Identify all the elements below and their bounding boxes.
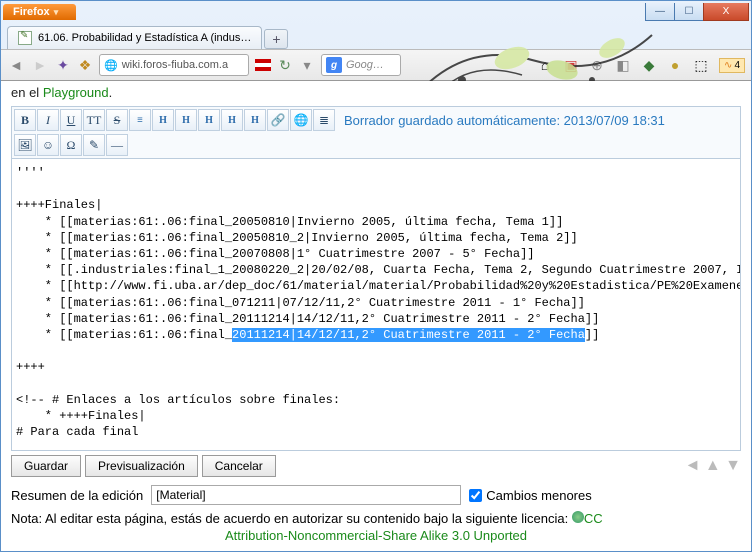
h1-button[interactable]: H (152, 109, 174, 131)
addon-icon[interactable]: ✦ (55, 57, 71, 73)
hr-button[interactable]: ― (106, 134, 128, 156)
wiki-textarea[interactable]: '''' ++++Finales| * [[materias:61:.06:fi… (11, 159, 741, 451)
strike-button[interactable]: S (106, 109, 128, 131)
flag-icon[interactable] (255, 59, 271, 71)
url-text: wiki.foros-fiuba.com.a (122, 59, 228, 71)
extension-icon-5[interactable]: ● (667, 57, 683, 73)
h2-button[interactable]: H (175, 109, 197, 131)
search-placeholder: Goog… (346, 59, 384, 71)
external-link-button[interactable]: 🌐 (290, 109, 312, 131)
home-button[interactable]: ⌂ (537, 57, 553, 73)
scroll-arrows[interactable]: ◄ ▲ ▼ (685, 457, 741, 475)
license-link[interactable]: CC (584, 511, 603, 526)
tab-favicon (18, 31, 32, 45)
nav-back-button[interactable]: ◄ (7, 56, 25, 74)
nav-forward-button[interactable]: ► (31, 56, 49, 74)
bold-button[interactable]: B (14, 109, 36, 131)
minor-edit-input[interactable] (469, 489, 482, 502)
save-button[interactable]: Guardar (11, 455, 81, 477)
wiki-edit-toolbar: B I U TT S ≡ H H H H H 🔗 🌐 ≣ Borrador gu… (11, 106, 741, 159)
globe-icon: 🌐 (104, 59, 118, 72)
cancel-button[interactable]: Cancelar (202, 455, 276, 477)
signature-button[interactable]: ✎ (83, 134, 105, 156)
ordered-list-button[interactable]: ≣ (313, 109, 335, 131)
url-bar[interactable]: 🌐 wiki.foros-fiuba.com.a (99, 54, 249, 76)
extension-icon-6[interactable]: ⬚ (693, 57, 709, 73)
minor-edit-checkbox[interactable]: Cambios menores (469, 488, 592, 503)
underline-button[interactable]: U (60, 109, 82, 131)
search-bar[interactable]: g Goog… (321, 54, 401, 76)
feed-button[interactable]: ∿4 (719, 58, 745, 73)
extension-icon-2[interactable]: ⊕ (589, 57, 605, 73)
chars-button[interactable]: Ω (60, 134, 82, 156)
h5-button[interactable]: H (244, 109, 266, 131)
pocket-icon[interactable]: ▾ (299, 57, 315, 73)
globe-icon (572, 511, 584, 523)
license-link-2[interactable]: Attribution-Noncommercial-Share Alike 3.… (11, 528, 741, 543)
extension-icon-3[interactable]: ◧ (615, 57, 631, 73)
h4-button[interactable]: H (221, 109, 243, 131)
addon-icon-2[interactable]: ❖ (77, 57, 93, 73)
italic-button[interactable]: I (37, 109, 59, 131)
browser-tab[interactable]: 61.06. Probabilidad y Estadística A (ind… (7, 26, 262, 49)
license-notice: Nota: Al editar esta página, estás de ac… (11, 511, 741, 543)
preview-button[interactable]: Previsualización (85, 455, 198, 477)
text-selection: 20111214|14/12/11,2° Cuatrimestre 2011 -… (232, 328, 585, 342)
window-minimize-button[interactable]: — (645, 3, 675, 21)
h3-button[interactable]: H (198, 109, 220, 131)
reload-button[interactable]: ↻ (277, 57, 293, 73)
summary-input[interactable] (151, 485, 461, 505)
heading-same-button[interactable]: ≡ (129, 109, 151, 131)
internal-link-button[interactable]: 🔗 (267, 109, 289, 131)
tab-title: 61.06. Probabilidad y Estadística A (ind… (38, 32, 251, 44)
autosave-status: Borrador guardado automáticamente: 2013/… (344, 113, 665, 128)
extension-icon-4[interactable]: ◆ (641, 57, 657, 73)
firefox-menu-button[interactable]: Firefox (3, 4, 76, 20)
playground-link[interactable]: Playground (43, 85, 109, 100)
extension-icon-1[interactable]: ▣ (563, 57, 579, 73)
smiley-button[interactable]: ☺ (37, 134, 59, 156)
window-maximize-button[interactable]: ☐ (674, 3, 704, 21)
image-button[interactable]: 🖼 (14, 134, 36, 156)
window-close-button[interactable]: X (703, 3, 749, 21)
new-tab-button[interactable]: + (264, 29, 288, 49)
mono-button[interactable]: TT (83, 109, 105, 131)
google-icon: g (326, 57, 342, 73)
summary-label: Resumen de la edición (11, 488, 143, 503)
intro-text: en el Playground. (11, 85, 741, 100)
